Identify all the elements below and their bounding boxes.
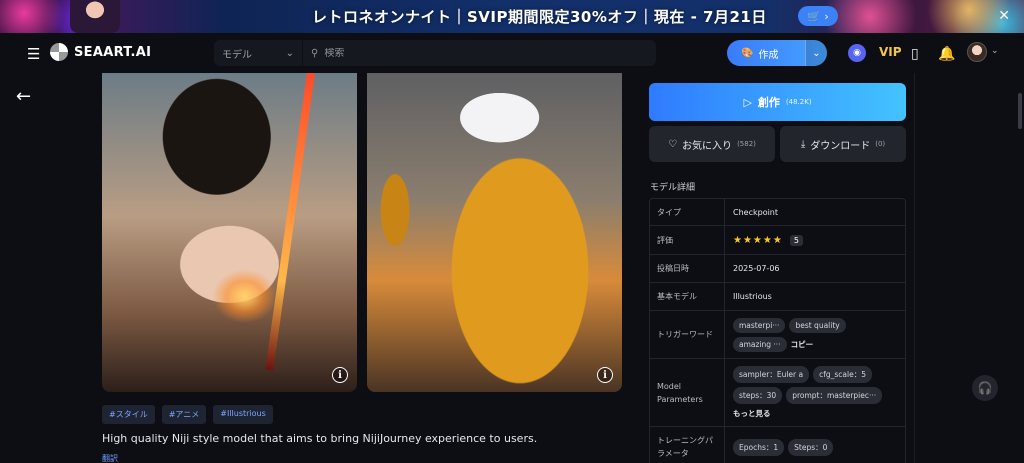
detail-row-training: トレーニングパラメータ Epochs：1 Steps：0 — [650, 427, 905, 463]
detail-row-date: 投稿日時 2025-07-06 — [650, 255, 905, 283]
tag-list: #スタイル #アニメ #Illustrious — [102, 405, 273, 424]
favorite-button[interactable]: ♡ お気に入り (582) — [649, 126, 775, 162]
info-icon[interactable]: i — [597, 367, 613, 383]
model-description: High quality Niji style model that aims … — [102, 432, 538, 445]
menu-icon[interactable]: ☰ — [27, 45, 40, 63]
trigger-chip[interactable]: masterpi··· — [733, 317, 786, 333]
model-select-label: モデル — [222, 49, 252, 61]
param-chip: sampler：Euler a — [733, 366, 810, 383]
tag-anime[interactable]: #アニメ — [161, 405, 207, 424]
trigger-chip[interactable]: best quality — [789, 317, 846, 333]
training-chip: Steps：0 — [788, 438, 834, 456]
show-more-link[interactable]: もっと見る — [733, 408, 897, 419]
param-chip: prompt：masterpiec··· — [786, 387, 883, 404]
detail-row-trigger-words: トリガーワード masterpi··· best quality amazing… — [650, 311, 905, 359]
favorite-label: お気に入り — [682, 140, 733, 152]
rating-stars-icon: ★★★★★ — [733, 234, 783, 246]
create-button[interactable]: 🎨 作成 ⌄ — [727, 40, 827, 66]
heart-icon: ♡ — [668, 138, 678, 150]
training-chip: Epochs：1 — [733, 438, 785, 456]
logo-mark-icon — [50, 43, 68, 61]
play-icon: ▷ — [743, 95, 752, 109]
scrollbar-thumb[interactable] — [1018, 93, 1022, 129]
download-icon: ⤓ — [800, 138, 806, 150]
sword-art — [265, 73, 315, 371]
promo-banner[interactable]: レトロネオンナイト｜SVIP期間限定30%オフ｜現在 - 7月21日 🛒 › ✕ — [0, 0, 1024, 33]
discord-icon[interactable]: ◉ — [848, 44, 866, 62]
create-with-model-label: 創作 — [757, 96, 780, 109]
tag-illustrious[interactable]: #Illustrious — [213, 405, 273, 424]
detail-row-base-model: 基本モデル Illustrious — [650, 283, 905, 311]
detail-row-rating: 評価 ★★★★★ 5 — [650, 226, 905, 255]
sample-image-1[interactable]: i — [102, 73, 357, 392]
top-header: ☰ SEAART.AI モデル ⌄ ⚲ 🎨 作成 ⌄ ◉ VIP ▯ 🔔 ⌄ — [0, 33, 1024, 73]
banner-text: レトロネオンナイト｜SVIP期間限定30%オフ｜現在 - 7月21日 — [312, 8, 767, 26]
search-input[interactable] — [324, 47, 625, 59]
divider — [914, 73, 915, 463]
param-chip: steps：30 — [733, 387, 783, 404]
copy-link[interactable]: コピー — [791, 339, 814, 350]
chevron-down-icon: ⌄ — [285, 47, 294, 59]
detail-value: Illustrious — [733, 292, 772, 301]
tag-style[interactable]: #スタイル — [102, 405, 155, 424]
back-arrow-icon[interactable]: ← — [16, 86, 31, 107]
detail-key: タイプ — [650, 199, 725, 225]
bell-icon[interactable]: 🔔 — [938, 46, 955, 62]
detail-row-model-parameters: Model Parameters sampler：Euler a cfg_sca… — [650, 359, 905, 427]
detail-key: トレーニングパラメータ — [650, 427, 725, 463]
headset-support-icon[interactable]: 🎧 — [972, 375, 998, 401]
download-count: (0) — [875, 140, 886, 148]
logo[interactable]: SEAART.AI — [50, 43, 151, 61]
detail-row-type: タイプ Checkpoint — [650, 199, 905, 226]
detail-value: 2025-07-06 — [733, 264, 780, 273]
search-icon: ⚲ — [311, 47, 319, 59]
search-bar: ⚲ — [303, 40, 656, 66]
detail-key: 基本モデル — [650, 283, 725, 310]
create-with-model-button[interactable]: ▷ 創作 (48.2K) — [649, 83, 906, 121]
param-chip: cfg_scale：5 — [813, 366, 872, 383]
banner-character-art — [70, 0, 120, 33]
banner-cart-button[interactable]: 🛒 › — [798, 6, 838, 26]
detail-key: 評価 — [650, 226, 725, 254]
download-label: ダウンロード — [810, 140, 871, 152]
info-icon[interactable]: i — [332, 367, 348, 383]
trigger-chip[interactable]: amazing ··· — [733, 336, 787, 352]
create-button-label: 作成 — [758, 49, 779, 61]
create-count: (48.2K) — [785, 98, 812, 106]
detail-key: 投稿日時 — [650, 255, 725, 282]
avatar[interactable] — [967, 42, 987, 62]
model-details-table: タイプ Checkpoint 評価 ★★★★★ 5 投稿日時 2025-07-0… — [649, 198, 906, 463]
rating-value: 5 — [789, 234, 803, 246]
download-button[interactable]: ⤓ ダウンロード (0) — [780, 126, 906, 162]
vip-icon[interactable]: VIP — [879, 45, 902, 59]
model-select[interactable]: モデル ⌄ — [214, 40, 302, 66]
logo-text: SEAART.AI — [74, 44, 152, 60]
model-details-title: モデル詳細 — [650, 183, 696, 193]
favorite-count: (582) — [737, 140, 756, 148]
translate-link[interactable]: 翻訳 — [102, 453, 118, 463]
create-dropdown-chevron-icon[interactable]: ⌄ — [805, 40, 827, 66]
mobile-icon[interactable]: ▯ — [911, 46, 919, 62]
avatar-chevron-icon[interactable]: ⌄ — [991, 46, 999, 56]
detail-key: トリガーワード — [650, 311, 725, 358]
close-icon[interactable]: ✕ — [998, 8, 1010, 24]
sample-image-2[interactable]: i — [367, 73, 622, 392]
detail-value: Checkpoint — [733, 207, 779, 217]
detail-key: Model Parameters — [650, 359, 725, 426]
palette-icon: 🎨 — [741, 47, 754, 59]
